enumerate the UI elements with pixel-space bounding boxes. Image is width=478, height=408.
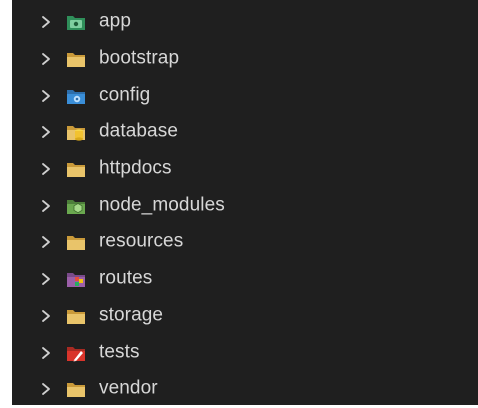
chevron-right-icon[interactable] [40,272,52,286]
chevron-right-icon[interactable] [40,52,52,66]
tree-item-label: config [99,84,151,106]
chevron-right-icon[interactable] [40,199,52,213]
tree-item-node-modules[interactable]: node_modules [12,187,478,224]
tree-item-storage[interactable]: storage [12,298,478,335]
folder-tree: app bootstrap config database httpdocs n… [12,4,478,408]
chevron-right-icon[interactable] [40,382,52,396]
chevron-right-icon[interactable] [40,346,52,360]
chevron-right-icon[interactable] [40,309,52,323]
folder-icon [67,53,85,68]
folder-icon [67,163,85,178]
tree-item-bootstrap[interactable]: bootstrap [12,41,478,78]
chevron-right-icon[interactable] [40,15,52,29]
tree-item-app[interactable]: app [12,4,478,41]
folder-config-icon [67,89,85,104]
tree-item-label: bootstrap [99,47,180,69]
file-explorer-panel: app bootstrap config database httpdocs n… [12,0,478,405]
tree-item-httpdocs[interactable]: httpdocs [12,151,478,188]
tree-item-label: routes [99,267,153,289]
tree-item-label: tests [99,341,140,363]
tree-item-label: database [99,120,178,142]
tree-item-label: node_modules [99,194,225,216]
tree-item-vendor[interactable]: vendor [12,371,478,408]
folder-node-icon [67,199,85,214]
chevron-right-icon[interactable] [40,125,52,139]
chevron-right-icon[interactable] [40,162,52,176]
folder-app-icon [67,16,85,31]
tree-item-label: vendor [99,377,158,399]
folder-icon [67,236,85,251]
folder-icon [67,383,85,398]
tree-item-routes[interactable]: routes [12,261,478,298]
tree-item-database[interactable]: database [12,114,478,151]
folder-tests-icon [67,346,85,362]
tree-item-resources[interactable]: resources [12,224,478,261]
tree-item-label: resources [99,231,184,253]
tree-item-label: storage [99,304,164,326]
chevron-right-icon[interactable] [40,89,52,103]
folder-icon [67,309,85,324]
tree-item-label: app [99,10,132,32]
folder-routes-icon [67,273,85,288]
tree-item-label: httpdocs [99,157,172,179]
tree-item-config[interactable]: config [12,77,478,114]
folder-database-icon [67,126,85,142]
chevron-right-icon[interactable] [40,235,52,249]
tree-item-tests[interactable]: tests [12,334,478,371]
